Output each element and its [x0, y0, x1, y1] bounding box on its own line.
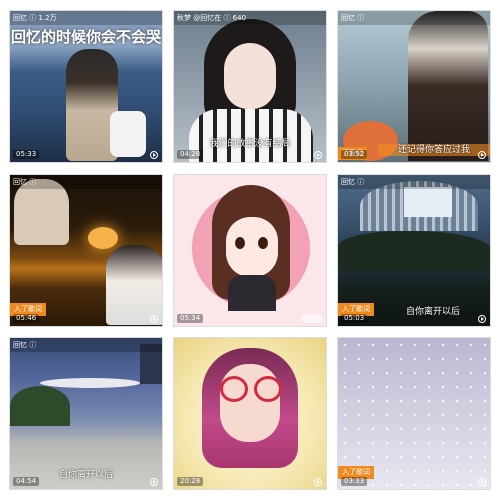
- striped-shirt: [189, 109, 313, 162]
- card-topbar: 回忆 ⓘ: [338, 11, 490, 25]
- card-topbar: 回忆 ⓘ: [338, 175, 490, 189]
- play-icon[interactable]: [314, 151, 322, 159]
- video-card-8[interactable]: 20:28: [173, 337, 327, 490]
- duration-label: 05:34: [177, 314, 204, 323]
- cartoon-body: [228, 275, 276, 311]
- video-card-7[interactable]: 回忆 ⓘ 自你离开以后 04:54: [9, 337, 163, 490]
- card-topbar: 回忆 ⓘ 1.2万: [10, 11, 162, 25]
- trees: [338, 231, 490, 271]
- overlay-title: 回忆的时候你会不会哭: [10, 28, 161, 46]
- white-bag: [110, 111, 146, 157]
- duration-label: 05:33: [13, 150, 40, 159]
- play-icon[interactable]: [150, 315, 158, 323]
- cartoon-face: [226, 217, 278, 277]
- card-meta: 回忆 ⓘ 1.2万: [13, 14, 57, 22]
- card-topbar: 回忆 ⓘ: [10, 175, 162, 189]
- overlay-subtitle: 还记得你答应过我: [378, 144, 490, 156]
- duration-label: 05:46: [13, 314, 40, 323]
- overlay-subtitle: 我们的故事没有结局: [209, 139, 291, 149]
- duration-label: 03:52: [341, 150, 368, 159]
- card-topbar: 秋梦 @回忆在 ⓘ 640: [174, 11, 326, 25]
- card-meta: 回忆 ⓘ: [13, 178, 37, 186]
- card-meta: 回忆 ⓘ: [341, 178, 365, 186]
- duration-label: 03:33: [341, 477, 368, 486]
- toggle-pill[interactable]: [301, 314, 323, 323]
- video-grid: 回忆 ⓘ 1.2万 回忆的时候你会不会哭 05:33 秋梦 @回忆在 ⓘ 640…: [0, 0, 500, 500]
- video-card-1[interactable]: 回忆 ⓘ 1.2万 回忆的时候你会不会哭 05:33: [9, 10, 163, 163]
- tree-silhouette: [10, 386, 70, 426]
- video-card-6[interactable]: 回忆 ⓘ 入了歌词 自你离开以后 05:03: [337, 174, 491, 327]
- video-card-5[interactable]: 05:34: [173, 174, 327, 327]
- cartoon-eye-left: [235, 237, 245, 249]
- play-icon[interactable]: [478, 478, 486, 486]
- bridge-beam: [40, 378, 140, 388]
- card-meta: 回忆 ⓘ: [341, 14, 365, 22]
- play-icon[interactable]: [150, 478, 158, 486]
- card-meta: 回忆 ⓘ: [13, 341, 37, 349]
- glasses-left: [220, 376, 248, 402]
- face-shape: [224, 43, 276, 109]
- card-topbar: 回忆 ⓘ: [10, 338, 162, 352]
- card-meta: 秋梦 @回忆在 ⓘ 640: [177, 14, 247, 22]
- cartoon-eye-right: [258, 237, 268, 249]
- screen-light: [404, 187, 452, 217]
- video-card-2[interactable]: 秋梦 @回忆在 ⓘ 640 我们的故事没有结局 04:28: [173, 10, 327, 163]
- play-icon[interactable]: [478, 315, 486, 323]
- video-card-4[interactable]: 回忆 ⓘ 入了歌词 05:46: [9, 174, 163, 327]
- play-icon[interactable]: [150, 151, 158, 159]
- duration-label: 05:03: [341, 314, 368, 323]
- video-card-3[interactable]: 回忆 ⓘ 了歌词 还记得你答应过我 03:52: [337, 10, 491, 163]
- duration-label: 04:54: [13, 477, 40, 486]
- play-icon[interactable]: [314, 478, 322, 486]
- glasses-right: [254, 376, 282, 402]
- duration-label: 20:28: [177, 477, 204, 486]
- mask-figure: [408, 11, 488, 161]
- play-icon[interactable]: [478, 151, 486, 159]
- overlay-subtitle: 自你离开以后: [405, 307, 460, 317]
- video-card-9[interactable]: 入了歌词 03:33: [337, 337, 491, 490]
- duration-label: 04:28: [177, 150, 204, 159]
- sun-glow: [88, 227, 118, 249]
- couple-figure: [106, 245, 162, 325]
